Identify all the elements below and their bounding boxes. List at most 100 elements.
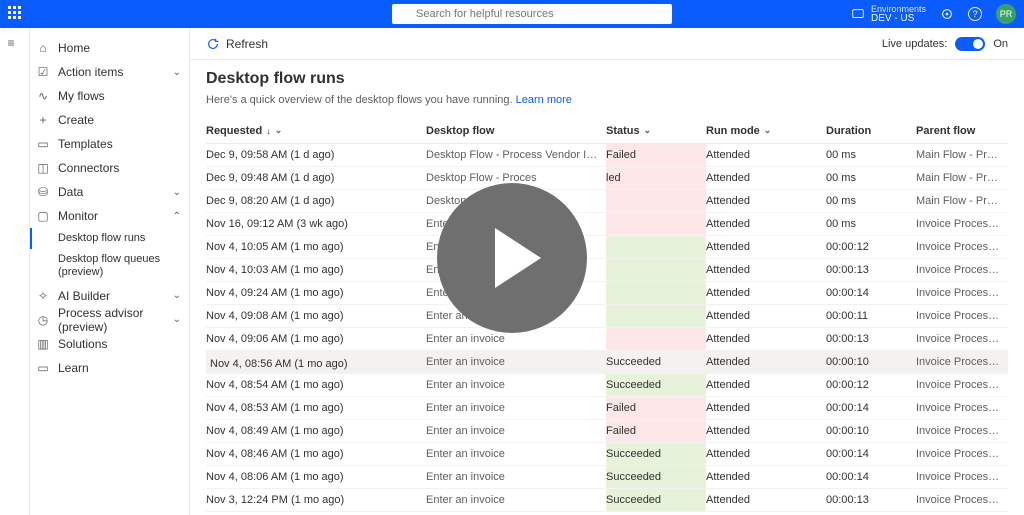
table-row[interactable]: Nov 4, 08:53 AM (1 mo ago)Enter an invoi… bbox=[206, 397, 1008, 420]
cell-requested: ⋮Nov 4, 08:56 AM (1 mo ago) bbox=[206, 354, 426, 371]
cell-duration: 00 ms bbox=[826, 172, 916, 184]
nav-create[interactable]: +Create bbox=[30, 108, 189, 132]
table-row[interactable]: Nov 4, 08:54 AM (1 mo ago)Enter an invoi… bbox=[206, 374, 1008, 397]
col-run-mode[interactable]: Run mode ⌄ bbox=[706, 125, 826, 137]
cell-duration: 00 ms bbox=[826, 218, 916, 230]
cell-status bbox=[606, 328, 706, 350]
nav-monitor[interactable]: ▢Monitor⌃ bbox=[30, 204, 189, 228]
cell-status: led bbox=[606, 167, 706, 189]
nav-process-advisor[interactable]: ◷Process advisor (preview)⌄ bbox=[30, 308, 189, 332]
table-row[interactable]: Nov 4, 10:03 AM (1 mo ago)Enter anAttend… bbox=[206, 259, 1008, 282]
refresh-button[interactable]: Refresh bbox=[206, 37, 268, 51]
cell-mode: Attended bbox=[706, 310, 826, 322]
table-row[interactable]: ⋮Nov 4, 08:56 AM (1 mo ago)Enter an invo… bbox=[206, 351, 1008, 374]
table-row[interactable]: Nov 4, 08:46 AM (1 mo ago)Enter an invoi… bbox=[206, 443, 1008, 466]
nav-ai-builder[interactable]: ✧AI Builder⌄ bbox=[30, 284, 189, 308]
table-header: Requested ↓ ⌄ Desktop flow Status ⌄ Run … bbox=[206, 118, 1008, 144]
cell-mode: Attended bbox=[706, 149, 826, 161]
col-parent-flow[interactable]: Parent flow bbox=[916, 125, 1008, 137]
cell-duration: 00:00:13 bbox=[826, 494, 916, 506]
chevron-down-icon: ⌄ bbox=[275, 125, 283, 136]
nav-my-flows[interactable]: ∿My flows bbox=[30, 84, 189, 108]
cell-parent: Invoice Processing bbox=[916, 241, 1008, 253]
cell-parent: Invoice Processing bbox=[916, 333, 1008, 345]
cell-parent: Invoice Processing bbox=[916, 310, 1008, 322]
cell-requested: Nov 4, 09:06 AM (1 mo ago) bbox=[206, 333, 426, 345]
cell-flow: Enter an invoice bbox=[426, 356, 606, 368]
nav-label: Solutions bbox=[58, 337, 107, 351]
learn-more-link[interactable]: Learn more bbox=[516, 94, 572, 106]
cell-flow: Enter an invoice bbox=[426, 471, 606, 483]
table-row[interactable]: Dec 9, 09:58 AM (1 d ago)Desktop Flow - … bbox=[206, 144, 1008, 167]
cell-mode: Attended bbox=[706, 218, 826, 230]
cell-parent: Main Flow - Process AI Builder Docu... bbox=[916, 195, 1008, 207]
cell-mode: Attended bbox=[706, 402, 826, 414]
nav-home[interactable]: ⌂Home bbox=[30, 36, 189, 60]
table-row[interactable]: Nov 3, 12:24 PM (1 mo ago)Enter an invoi… bbox=[206, 489, 1008, 512]
gear-icon[interactable] bbox=[940, 7, 954, 21]
nav-action-items[interactable]: ☑Action items⌄ bbox=[30, 60, 189, 84]
environment-picker[interactable]: Environments DEV - US bbox=[851, 5, 926, 24]
table-row[interactable]: Dec 9, 08:20 AM (1 d ago)Desktop Flow -A… bbox=[206, 190, 1008, 213]
app-launcher-icon[interactable] bbox=[8, 6, 24, 22]
cell-flow: Enter an invoice bbox=[426, 402, 606, 414]
search-box[interactable] bbox=[392, 4, 672, 24]
cell-requested: Nov 4, 08:46 AM (1 mo ago) bbox=[206, 448, 426, 460]
cell-status bbox=[606, 259, 706, 281]
templates-icon: ▭ bbox=[36, 137, 50, 151]
cell-requested: Nov 4, 08:49 AM (1 mo ago) bbox=[206, 425, 426, 437]
nav-solutions[interactable]: ▥Solutions bbox=[30, 332, 189, 356]
help-icon[interactable]: ? bbox=[968, 7, 982, 21]
live-updates-toggle[interactable] bbox=[955, 37, 985, 51]
col-duration[interactable]: Duration bbox=[826, 125, 916, 137]
col-status[interactable]: Status ⌄ bbox=[606, 125, 706, 137]
cell-mode: Attended bbox=[706, 264, 826, 276]
table-row[interactable]: Dec 9, 09:48 AM (1 d ago)Desktop Flow - … bbox=[206, 167, 1008, 190]
nav-desktop-flow-queues[interactable]: Desktop flow queues (preview) bbox=[58, 249, 189, 283]
table-row[interactable]: Nov 4, 08:49 AM (1 mo ago)Enter an invoi… bbox=[206, 420, 1008, 443]
table-row[interactable]: Nov 4, 09:08 AM (1 mo ago)Enter an inAtt… bbox=[206, 305, 1008, 328]
cell-duration: 00:00:12 bbox=[826, 241, 916, 253]
cell-status bbox=[606, 190, 706, 212]
table-row[interactable]: Nov 4, 09:06 AM (1 mo ago)Enter an invoi… bbox=[206, 328, 1008, 351]
nav-data[interactable]: ⛁Data⌄ bbox=[30, 180, 189, 204]
cell-mode: Attended bbox=[706, 494, 826, 506]
nav-templates[interactable]: ▭ Templates bbox=[30, 132, 189, 156]
nav-label: Connectors bbox=[58, 161, 119, 175]
cell-requested: Nov 4, 08:54 AM (1 mo ago) bbox=[206, 379, 426, 391]
nav-desktop-flow-runs[interactable]: Desktop flow runs bbox=[58, 228, 189, 249]
table-row[interactable]: Nov 16, 09:12 AM (3 wk ago)Enter an inAt… bbox=[206, 213, 1008, 236]
cell-duration: 00:00:14 bbox=[826, 471, 916, 483]
nav-connectors[interactable]: ◫Connectors bbox=[30, 156, 189, 180]
table-row[interactable]: Nov 4, 08:06 AM (1 mo ago)Enter an invoi… bbox=[206, 466, 1008, 489]
cell-requested: Nov 4, 08:06 AM (1 mo ago) bbox=[206, 471, 426, 483]
cell-mode: Attended bbox=[706, 356, 826, 368]
cell-requested: Nov 4, 09:08 AM (1 mo ago) bbox=[206, 310, 426, 322]
cell-mode: Attended bbox=[706, 448, 826, 460]
hamburger-icon[interactable]: ≡ bbox=[8, 36, 22, 50]
chevron-down-icon: ⌄ bbox=[173, 187, 181, 198]
cell-flow: Enter an invoice bbox=[426, 425, 606, 437]
cell-duration: 00 ms bbox=[826, 149, 916, 161]
cell-duration: 00:00:14 bbox=[826, 287, 916, 299]
home-icon: ⌂ bbox=[36, 41, 50, 55]
monitor-icon: ▢ bbox=[36, 209, 50, 223]
cell-status bbox=[606, 305, 706, 327]
table-row[interactable]: Nov 4, 10:05 AM (1 mo ago)Enter anAttend… bbox=[206, 236, 1008, 259]
cell-parent: Invoice Processing bbox=[916, 471, 1008, 483]
nav-learn[interactable]: ▭Learn bbox=[30, 356, 189, 380]
search-input[interactable] bbox=[392, 4, 672, 24]
cell-mode: Attended bbox=[706, 333, 826, 345]
nav-sub-label: Desktop flow queues (preview) bbox=[58, 253, 181, 279]
cell-status: Succeeded bbox=[606, 351, 706, 373]
col-requested[interactable]: Requested ↓ ⌄ bbox=[206, 125, 426, 137]
nav-label: Templates bbox=[58, 137, 113, 151]
play-button[interactable] bbox=[437, 183, 587, 333]
col-desktop-flow[interactable]: Desktop flow bbox=[426, 125, 606, 137]
cell-requested: Nov 4, 10:05 AM (1 mo ago) bbox=[206, 241, 426, 253]
table-row[interactable]: Nov 4, 09:24 AM (1 mo ago)Enter anAttend… bbox=[206, 282, 1008, 305]
nav-label: Data bbox=[58, 185, 83, 199]
avatar[interactable]: PR bbox=[996, 4, 1016, 24]
cell-parent: Invoice Processing bbox=[916, 379, 1008, 391]
cell-parent: Main Flow - Process AI Builder Docu... bbox=[916, 172, 1008, 184]
